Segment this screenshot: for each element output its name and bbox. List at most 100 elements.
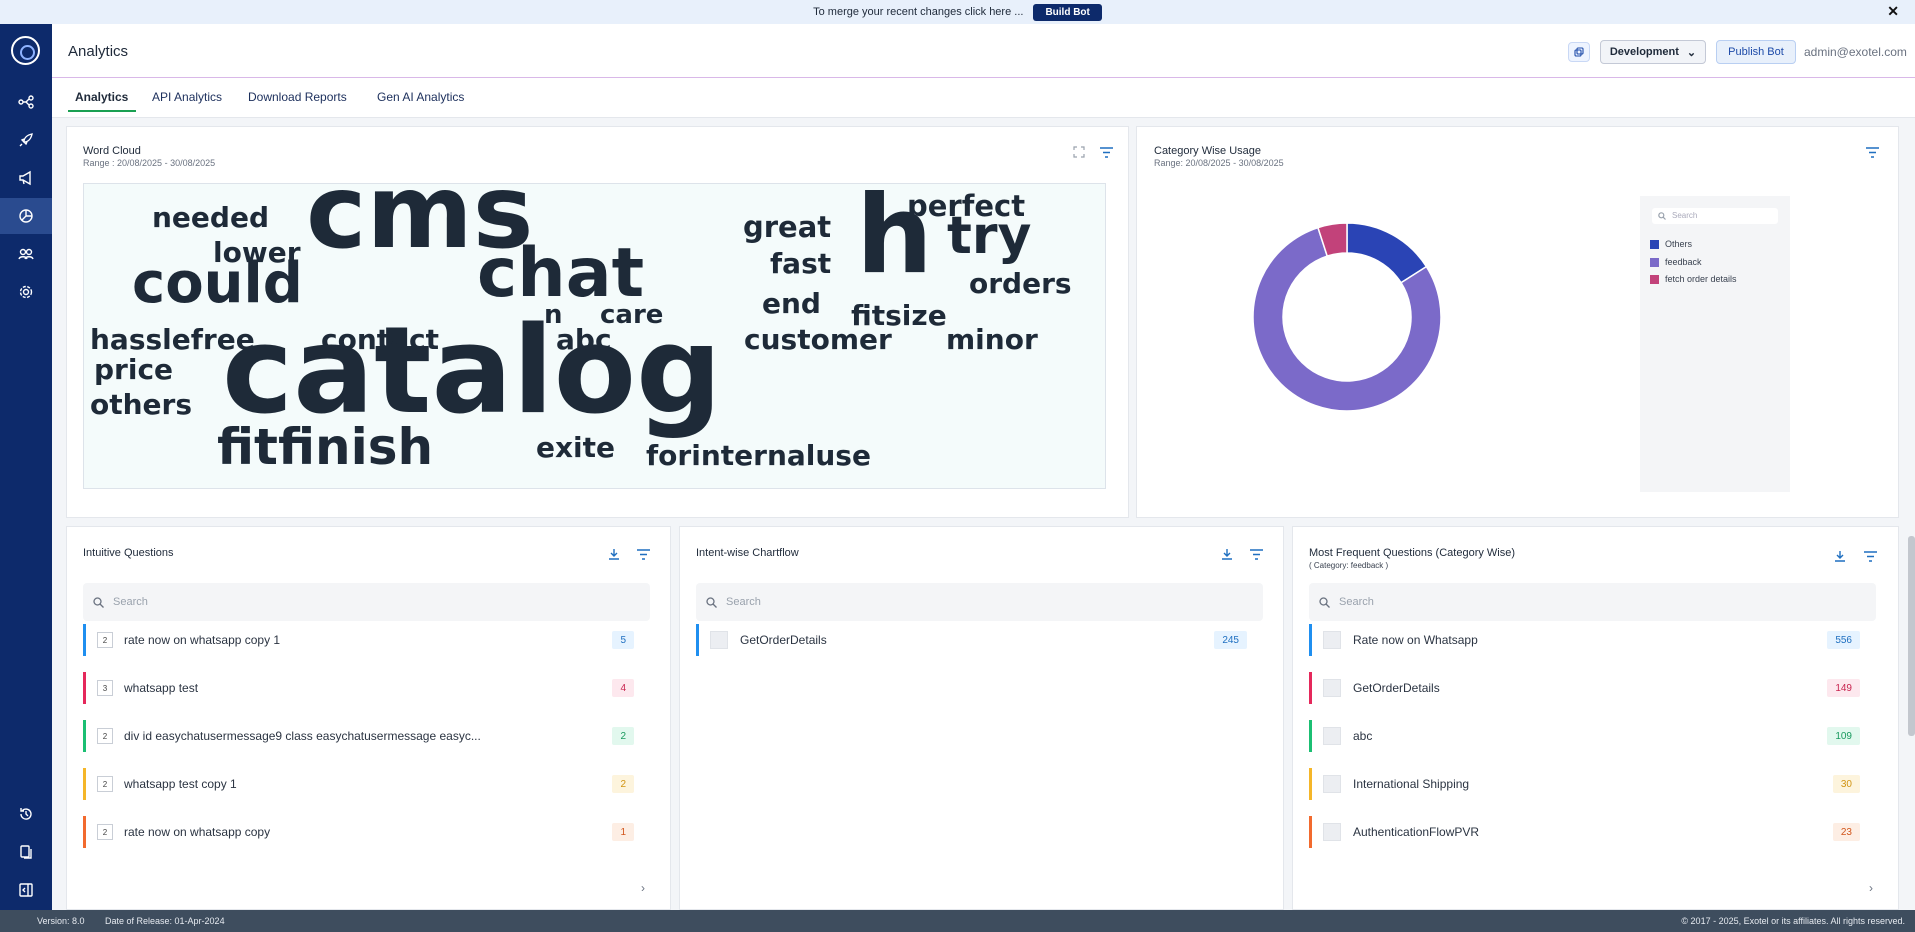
filter-icon[interactable] xyxy=(1099,145,1113,159)
row-checkbox[interactable] xyxy=(1323,679,1341,697)
megaphone-icon[interactable] xyxy=(0,160,52,196)
documents-icon[interactable] xyxy=(0,834,52,870)
list-item[interactable]: AuthenticationFlowPVR 23 xyxy=(1309,816,1876,848)
search-input[interactable]: Search xyxy=(696,583,1263,621)
word[interactable]: catalog xyxy=(222,312,722,432)
word[interactable]: great xyxy=(743,213,831,242)
word[interactable]: needed xyxy=(152,204,269,232)
row-checkbox[interactable] xyxy=(1323,631,1341,649)
history-icon[interactable] xyxy=(0,796,52,832)
list-item[interactable]: 2 rate now on whatsapp copy 1 xyxy=(83,816,650,848)
users-icon[interactable] xyxy=(0,236,52,272)
tab-api-analytics[interactable]: API Analytics xyxy=(152,90,222,104)
list-item[interactable]: abc 109 xyxy=(1309,720,1876,752)
list-item[interactable]: 2 rate now on whatsapp copy 1 5 xyxy=(83,624,650,656)
legend-item[interactable]: Others xyxy=(1650,239,1692,249)
flow-icon[interactable] xyxy=(0,84,52,120)
word[interactable]: others xyxy=(90,391,192,419)
build-bot-button[interactable]: Build Bot xyxy=(1033,3,1102,21)
chevron-right-icon[interactable]: › xyxy=(1869,881,1873,895)
word-cloud: cms catalog chat could h try perfect gre… xyxy=(83,183,1106,489)
word[interactable]: end xyxy=(762,290,821,318)
legend-search-input[interactable]: Search xyxy=(1652,208,1778,224)
rocket-icon[interactable] xyxy=(0,122,52,158)
word[interactable]: perfect xyxy=(907,192,1025,221)
row-checkbox[interactable] xyxy=(1323,727,1341,745)
count-badge: 4 xyxy=(612,679,634,697)
word[interactable]: exite xyxy=(536,434,615,462)
row-checkbox[interactable] xyxy=(710,631,728,649)
word[interactable]: price xyxy=(94,356,173,384)
logo-icon[interactable] xyxy=(11,36,40,65)
frequent-questions-card: Most Frequent Questions (Category Wise) … xyxy=(1292,526,1899,910)
legend-item[interactable]: fetch order details xyxy=(1650,274,1737,284)
list-item[interactable]: International Shipping 30 xyxy=(1309,768,1876,800)
legend-swatch xyxy=(1650,257,1659,267)
row-color-bar xyxy=(1309,624,1312,656)
list-item[interactable]: GetOrderDetails 149 xyxy=(1309,672,1876,704)
intuitive-questions-card: Intuitive Questions Search 2 rate now on … xyxy=(66,526,671,910)
word[interactable]: contact xyxy=(321,326,439,354)
filter-icon[interactable] xyxy=(1865,145,1879,159)
filter-icon[interactable] xyxy=(636,547,650,561)
row-checkbox[interactable] xyxy=(1323,823,1341,841)
count-badge: 245 xyxy=(1214,631,1247,649)
list-item[interactable]: 2 div id easychatusermessage9 class easyc… xyxy=(83,720,650,752)
search-input[interactable]: Search xyxy=(83,583,650,621)
row-label: whatsapp test copy 1 xyxy=(124,777,237,791)
frequent-questions-title: Most Frequent Questions (Category Wise) xyxy=(1309,547,1516,559)
download-icon[interactable] xyxy=(607,547,621,561)
list-item[interactable]: Rate now on Whatsapp 556 xyxy=(1309,624,1876,656)
legend-label: fetch order details xyxy=(1665,274,1737,284)
word[interactable]: fast xyxy=(770,250,831,278)
row-index: 2 xyxy=(97,728,113,744)
environment-dropdown[interactable]: Development ⌄ xyxy=(1600,40,1706,64)
intent-chartflow-card: Intent-wise Chartflow Search GetOrderDet… xyxy=(679,526,1284,910)
word[interactable]: fitfinish xyxy=(217,422,433,472)
collapse-icon[interactable] xyxy=(0,872,52,908)
version-text: Version: 8.0 xyxy=(37,916,85,926)
analytics-icon[interactable] xyxy=(0,198,52,234)
count-badge: 149 xyxy=(1827,679,1860,697)
footer: Version: 8.0 Date of Release: 01-Apr-202… xyxy=(0,910,1915,932)
list-item[interactable]: GetOrderDetails 245 xyxy=(696,624,1263,656)
list-item[interactable]: 2 whatsapp test copy 1 2 xyxy=(83,768,650,800)
word[interactable]: lower xyxy=(213,239,301,267)
row-color-bar xyxy=(696,624,699,656)
filter-icon[interactable] xyxy=(1863,549,1877,563)
tab-gen-ai-analytics[interactable]: Gen AI Analytics xyxy=(377,90,464,104)
count-badge: 30 xyxy=(1832,775,1860,793)
tab-analytics[interactable]: Analytics xyxy=(75,90,128,104)
copy-icon[interactable] xyxy=(1568,42,1590,62)
count-badge: 23 xyxy=(1832,823,1860,841)
row-label: GetOrderDetails xyxy=(740,633,827,647)
download-icon[interactable] xyxy=(1833,549,1847,563)
chevron-right-icon[interactable]: › xyxy=(641,881,645,895)
scrollbar[interactable] xyxy=(1908,536,1915,736)
category-usage-title: Category Wise Usage xyxy=(1154,145,1261,157)
word[interactable]: minor xyxy=(946,326,1038,354)
row-label: GetOrderDetails xyxy=(1353,681,1440,695)
word[interactable]: forinternaluse xyxy=(646,442,871,470)
publish-bot-button[interactable]: Publish Bot xyxy=(1716,40,1796,64)
filter-icon[interactable] xyxy=(1249,547,1263,561)
legend-item[interactable]: feedback xyxy=(1650,257,1702,267)
intuitive-questions-title: Intuitive Questions xyxy=(83,547,174,559)
word[interactable]: abc xyxy=(556,326,612,354)
row-checkbox[interactable] xyxy=(1323,775,1341,793)
list-item[interactable]: 3 whatsapp test 4 xyxy=(83,672,650,704)
settings-icon[interactable] xyxy=(0,274,52,310)
word[interactable]: hasslefree xyxy=(90,326,255,354)
download-icon[interactable] xyxy=(1220,547,1234,561)
search-input[interactable]: Search xyxy=(1309,583,1876,621)
word[interactable]: customer xyxy=(744,326,892,354)
word[interactable]: orders xyxy=(969,270,1072,298)
close-icon[interactable]: ✕ xyxy=(1887,3,1899,20)
word[interactable]: chat xyxy=(477,240,644,308)
row-color-bar xyxy=(1309,816,1312,848)
legend-swatch xyxy=(1650,274,1659,284)
word-cloud-card: Word Cloud Range : 20/08/2025 - 30/08/20… xyxy=(66,126,1129,518)
release-date-text: Date of Release: 01-Apr-2024 xyxy=(105,916,225,926)
tab-download-reports[interactable]: Download Reports xyxy=(248,90,347,104)
expand-icon[interactable] xyxy=(1072,145,1086,159)
